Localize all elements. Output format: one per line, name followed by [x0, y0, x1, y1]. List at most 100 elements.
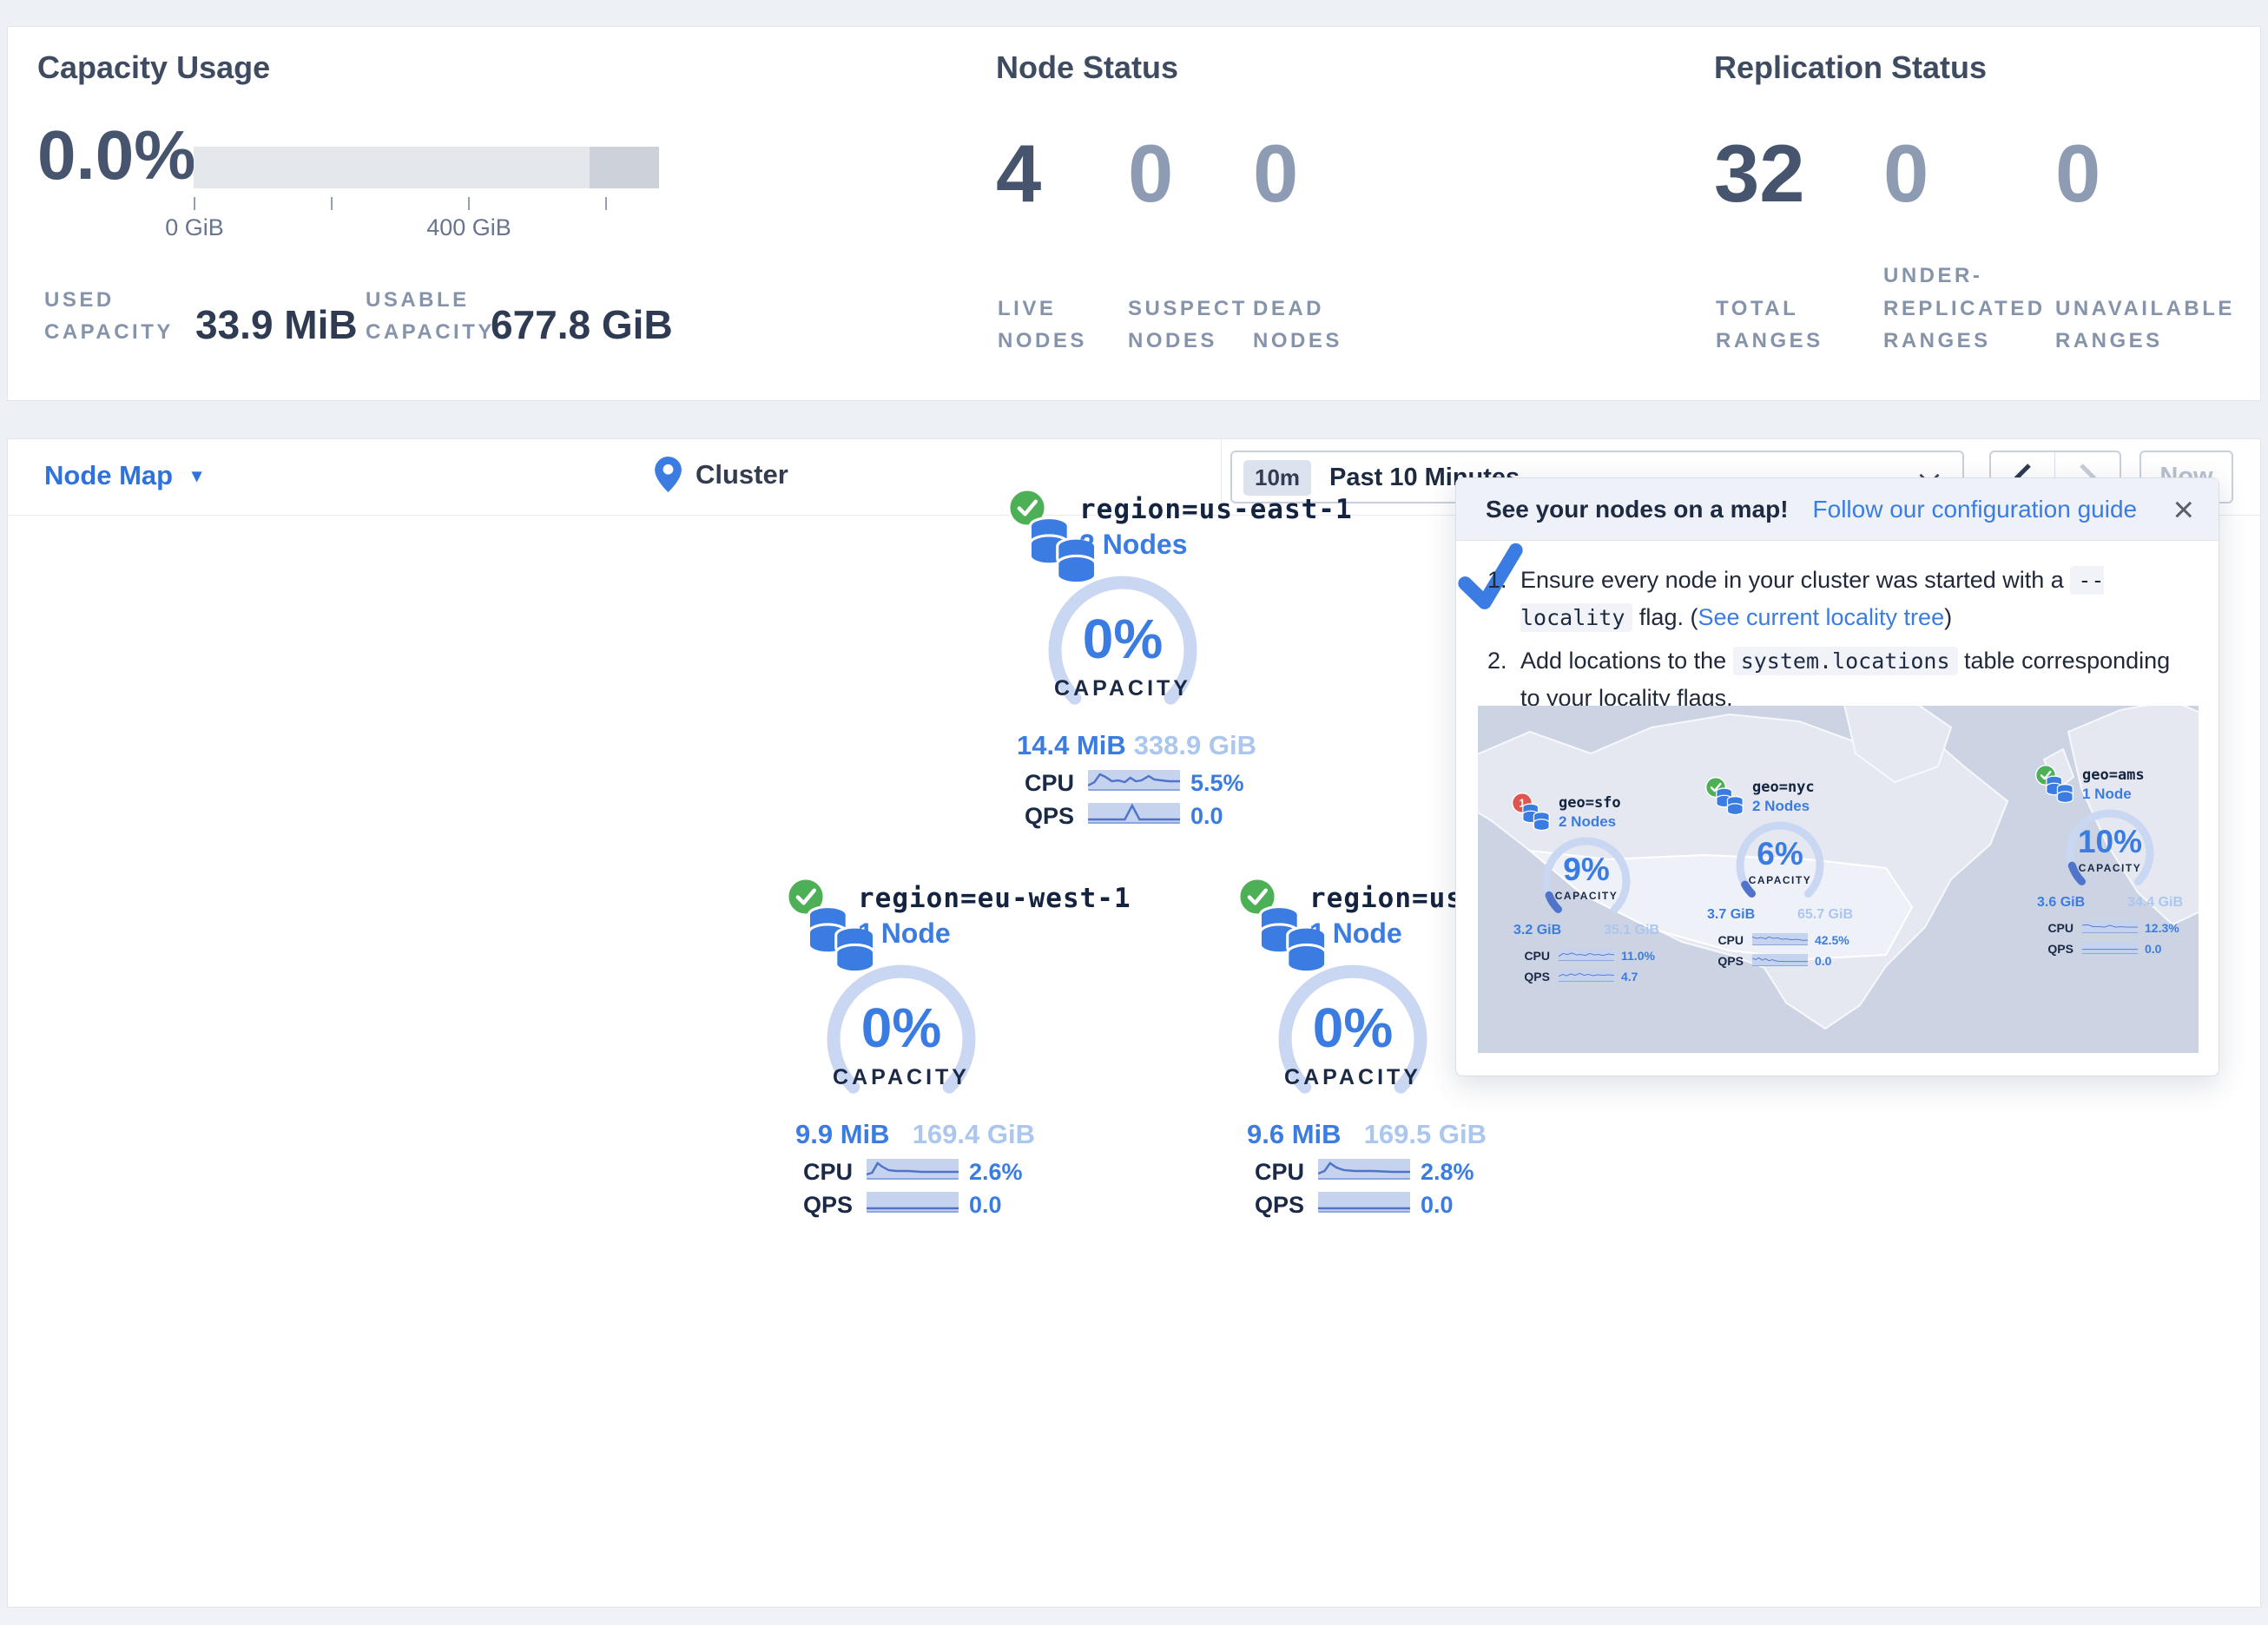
- geo-label: geo=ams: [2082, 766, 2145, 784]
- capacity-usage-percent: 0.0%: [37, 115, 195, 195]
- cpu-label: CPU: [1245, 1159, 1304, 1186]
- dropdown-caret-icon: ▾: [192, 464, 201, 486]
- used-value: 14.4 MiB: [1017, 730, 1126, 761]
- used-value: 3.7 GiB: [1707, 907, 1755, 923]
- qps-value: 0.0: [1190, 803, 1223, 830]
- capacity-tick-label-0: 0 GiB: [125, 214, 264, 241]
- region-node-eu-west-1[interactable]: region=eu-west-1 1 Node 0% CAPACITY 9.9 …: [787, 878, 1047, 1225]
- qps-sparkline: [867, 1192, 959, 1213]
- suspect-nodes-count: 0: [1128, 133, 1173, 214]
- qps-label: QPS: [794, 1192, 853, 1219]
- region-node-count-link[interactable]: 2 Nodes: [1079, 529, 1187, 561]
- cpu-value: 2.8%: [1421, 1159, 1474, 1186]
- view-mode-label: Node Map: [44, 460, 173, 490]
- qps-sparkline: [2082, 942, 2138, 954]
- geo-node-count: 1 Node: [2082, 786, 2132, 803]
- map-node-geo-sfo[interactable]: 1 geo=sfo 2 Nodes 9% CAPACITY 3.2 GiB35.…: [1508, 793, 1673, 994]
- view-mode-dropdown[interactable]: Node Map ▾: [44, 460, 201, 491]
- capacity-usage-title: Capacity Usage: [37, 49, 270, 86]
- cpu-sparkline: [1088, 770, 1180, 791]
- database-stack-icon: [1520, 800, 1553, 832]
- capacity-gauge: 10% CAPACITY: [2054, 805, 2166, 895]
- qps-value: 0.0: [969, 1192, 1002, 1219]
- qps-sparkline: [1559, 970, 1614, 982]
- node-status-title: Node Status: [996, 49, 1178, 86]
- region-node-count-link[interactable]: 1 Node: [1309, 918, 1402, 950]
- region-node-count-link[interactable]: 1 Node: [858, 918, 951, 950]
- capacity-percent: 10%: [2054, 824, 2166, 860]
- capacity-caption: CAPACITY: [2054, 862, 2166, 874]
- region-label: region=eu-west-1: [858, 883, 1131, 914]
- geo-node-count: 2 Nodes: [1752, 798, 1810, 815]
- used-value: 9.6 MiB: [1247, 1119, 1342, 1150]
- capacity-tick: [468, 197, 470, 210]
- capacity-gauge: 6% CAPACITY: [1724, 817, 1836, 907]
- live-nodes-label: LIVE NODES: [998, 293, 1087, 357]
- used-capacity-value: 33.9 MiB: [195, 301, 358, 348]
- system-locations-code: system.locations: [1733, 647, 1958, 675]
- qps-sparkline: [1318, 1192, 1410, 1213]
- qps-value: 4.7: [1621, 970, 1638, 984]
- qps-label: QPS: [2039, 942, 2074, 956]
- capacity-gauge: 0% CAPACITY: [1266, 963, 1440, 1110]
- total-ranges-label: TOTAL RANGES: [1716, 293, 1823, 357]
- capacity-percent: 0%: [814, 996, 988, 1060]
- page-bottom-strip: [0, 1608, 2268, 1625]
- cpu-label: CPU: [794, 1159, 853, 1186]
- capacity-caption: CAPACITY: [1724, 874, 1836, 886]
- close-icon[interactable]: ×: [2172, 491, 2194, 528]
- suspect-nodes-label: SUSPECT NODES: [1128, 293, 1248, 357]
- unavailable-label: UNAVAILABLE RANGES: [2055, 293, 2235, 357]
- region-label: region=us-east-1: [1079, 494, 1353, 525]
- under-replicated-count: 0: [1883, 133, 1928, 214]
- region-node-us-east-1[interactable]: region=us-east-1 2 Nodes 0% CAPACITY 14.…: [1008, 489, 1269, 836]
- cpu-value: 5.5%: [1190, 770, 1244, 797]
- popup-instructions: 1. Ensure every node in your cluster was…: [1456, 541, 2219, 717]
- qps-sparkline: [1752, 954, 1808, 966]
- popup-title: See your nodes on a map!: [1486, 496, 1789, 523]
- configuration-guide-link[interactable]: Follow our configuration guide: [1813, 496, 2138, 523]
- total-value: 338.9 GiB: [1134, 730, 1256, 761]
- cpu-sparkline: [1318, 1159, 1410, 1180]
- capacity-caption: CAPACITY: [814, 1065, 988, 1090]
- step-number: 1.: [1487, 562, 1507, 599]
- cpu-label: CPU: [1709, 933, 1744, 947]
- capacity-gauge: 0% CAPACITY: [814, 963, 988, 1110]
- map-node-geo-nyc[interactable]: geo=nyc 2 Nodes 6% CAPACITY 3.7 GiB65.7 …: [1702, 777, 1867, 978]
- capacity-bar-reserved-segment: [590, 147, 659, 188]
- locality-tree-link[interactable]: See current locality tree: [1698, 604, 1944, 630]
- capacity-usage-bar: [194, 147, 659, 188]
- total-value: 35.1 GiB: [1604, 923, 1659, 938]
- cpu-sparkline: [867, 1159, 959, 1180]
- used-value: 9.9 MiB: [795, 1119, 890, 1150]
- qps-label: QPS: [1709, 954, 1744, 968]
- dead-nodes-count: 0: [1253, 133, 1298, 214]
- used-value: 3.2 GiB: [1513, 923, 1561, 938]
- node-map-panel: Node Map▾ Cluster 10m Past 10 Minutes No…: [7, 438, 2261, 1608]
- cpu-label: CPU: [1515, 949, 1550, 963]
- capacity-gauge: 0% CAPACITY: [1036, 574, 1210, 721]
- qps-label: QPS: [1245, 1192, 1304, 1219]
- capacity-percent: 9%: [1530, 852, 1643, 888]
- capacity-percent: 0%: [1036, 607, 1210, 671]
- cpu-label: CPU: [1015, 770, 1074, 797]
- map-node-geo-ams[interactable]: geo=ams 1 Node 10% CAPACITY 3.6 GiB34.4 …: [2032, 765, 2197, 966]
- step-text: Ensure every node in your cluster was st…: [1520, 567, 2064, 593]
- geo-label: geo=sfo: [1559, 794, 1621, 812]
- qps-value: 0.0: [1815, 954, 1831, 968]
- step-text: Add locations to the: [1520, 648, 1726, 674]
- replication-status-title: Replication Status: [1714, 49, 1987, 86]
- capacity-tick-label-400: 400 GiB: [399, 214, 538, 241]
- capacity-caption: CAPACITY: [1266, 1065, 1440, 1090]
- capacity-tick: [605, 197, 607, 210]
- cpu-value: 42.5%: [1815, 933, 1849, 947]
- total-value: 65.7 GiB: [1797, 907, 1853, 923]
- cpu-value: 11.0%: [1621, 949, 1655, 963]
- qps-value: 0.0: [1421, 1192, 1454, 1219]
- cluster-summary-panel: Capacity Usage 0.0% 0 GiB 400 GiB USED C…: [7, 26, 2261, 401]
- database-stack-icon: [2043, 773, 2076, 804]
- breadcrumb[interactable]: Cluster: [655, 457, 788, 492]
- qps-sparkline: [1088, 803, 1180, 824]
- capacity-tick: [331, 197, 333, 210]
- step-text: ): [1944, 604, 1952, 630]
